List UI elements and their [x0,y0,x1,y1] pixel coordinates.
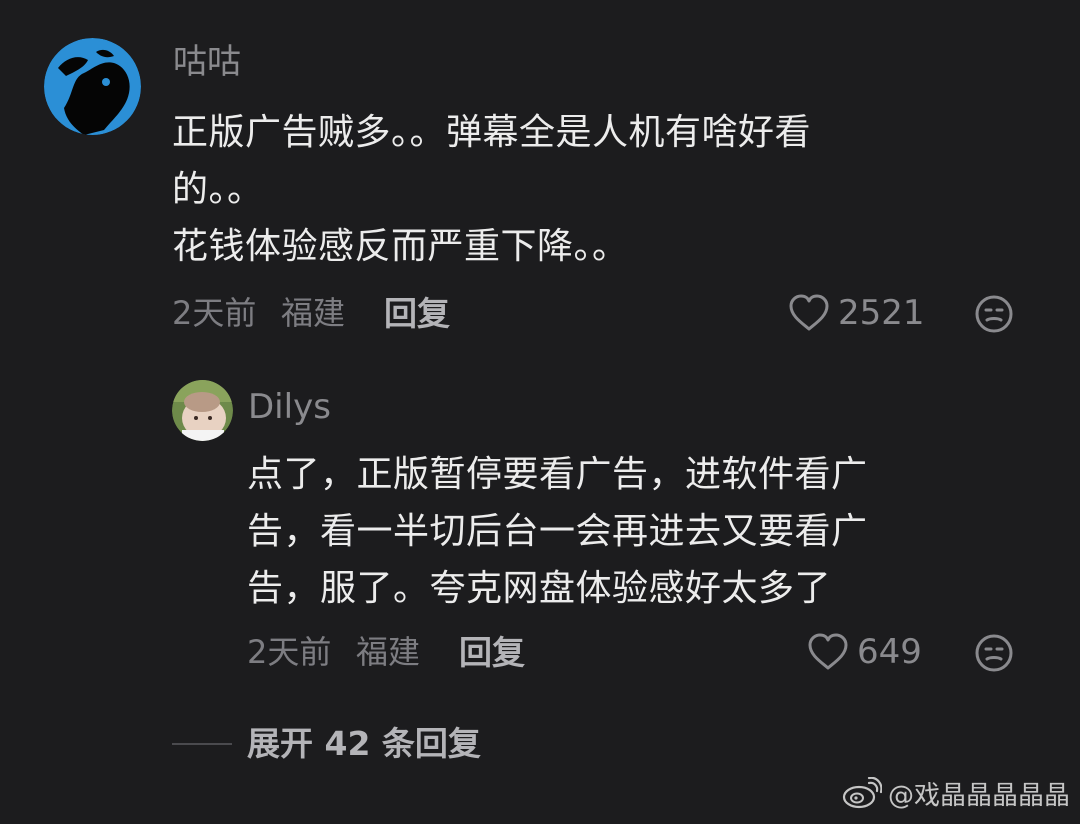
username[interactable]: 咕咕 [173,45,241,79]
comment-thread: 咕咕 正版广告贼多。。弹幕全是人机有啥好看 的。。 花钱体验感反而严重下降。。 … [0,0,1080,824]
expand-divider [172,743,232,745]
heart-outline-icon [807,633,849,671]
comment-time: 2天前 [172,294,257,332]
like-button[interactable]: 649 [807,633,922,671]
watermark-text: @戏晶晶晶晶晶 [887,780,1070,811]
username[interactable]: Dilys [248,390,331,424]
avatar[interactable] [172,380,233,441]
comment-location: 福建 [281,294,346,332]
reply-button[interactable]: 回复 [459,636,525,669]
expand-replies-button[interactable]: 展开 42 条回复 [247,727,481,760]
watermark: @戏晶晶晶晶晶 [842,776,1070,814]
like-button[interactable]: 2521 [788,294,925,332]
emoji-button[interactable] [974,633,1014,673]
emoji-face-icon [974,633,1014,673]
weibo-logo-icon [842,776,883,814]
reply-location: 福建 [356,633,421,671]
emoji-button[interactable] [974,294,1014,334]
reply-time: 2天前 [247,633,332,671]
avatar[interactable] [44,38,141,135]
reply-text: 点了，正版暂停要看广告，进软件看广 告，看一半切后台一会再进去又要看广 告，服了… [247,454,868,609]
emoji-face-icon [974,294,1014,334]
like-count: 2521 [838,293,925,333]
like-count: 649 [857,632,922,672]
heart-outline-icon [788,294,830,332]
reply-button[interactable]: 回复 [384,297,450,330]
comment-text: 正版广告贼多。。弹幕全是人机有啥好看 的。。 花钱体验感反而严重下降。。 [172,112,812,267]
